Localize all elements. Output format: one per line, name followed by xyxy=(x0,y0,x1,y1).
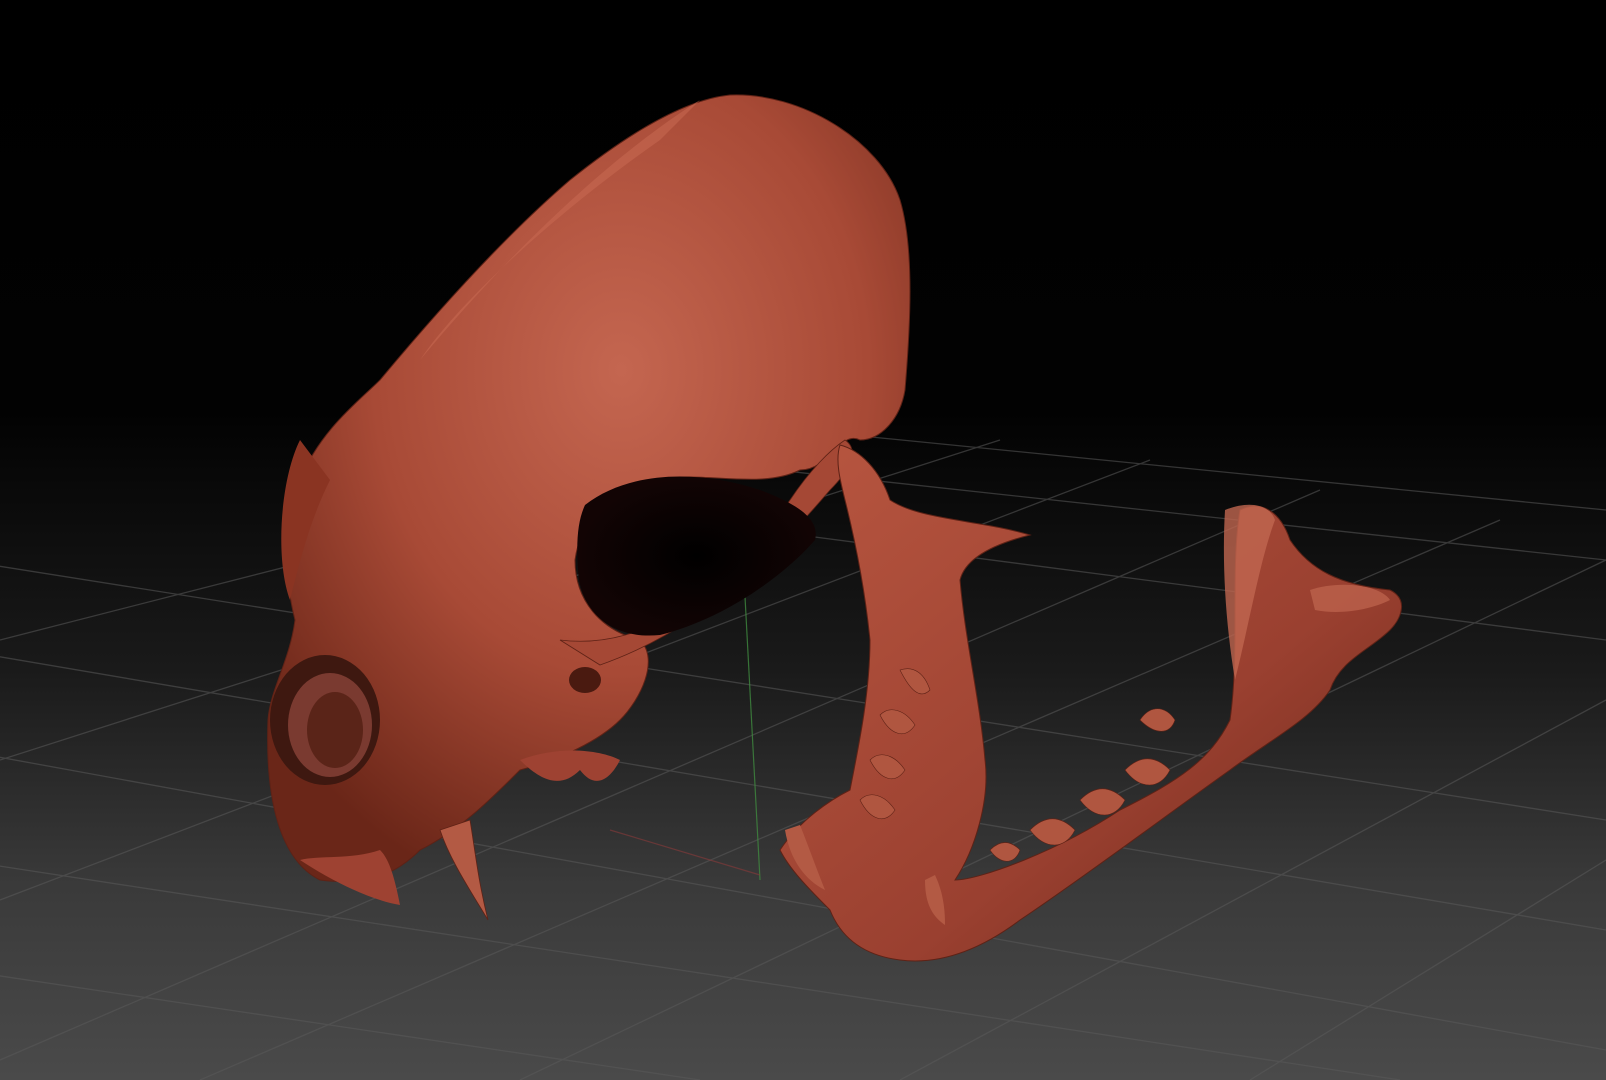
infraorbital-foramen xyxy=(569,667,601,693)
3d-viewport[interactable] xyxy=(0,0,1606,1080)
orbit-cavity xyxy=(577,476,816,636)
mandible xyxy=(779,444,1402,962)
upper-canine xyxy=(439,819,489,921)
skull-model[interactable] xyxy=(0,0,1606,1080)
